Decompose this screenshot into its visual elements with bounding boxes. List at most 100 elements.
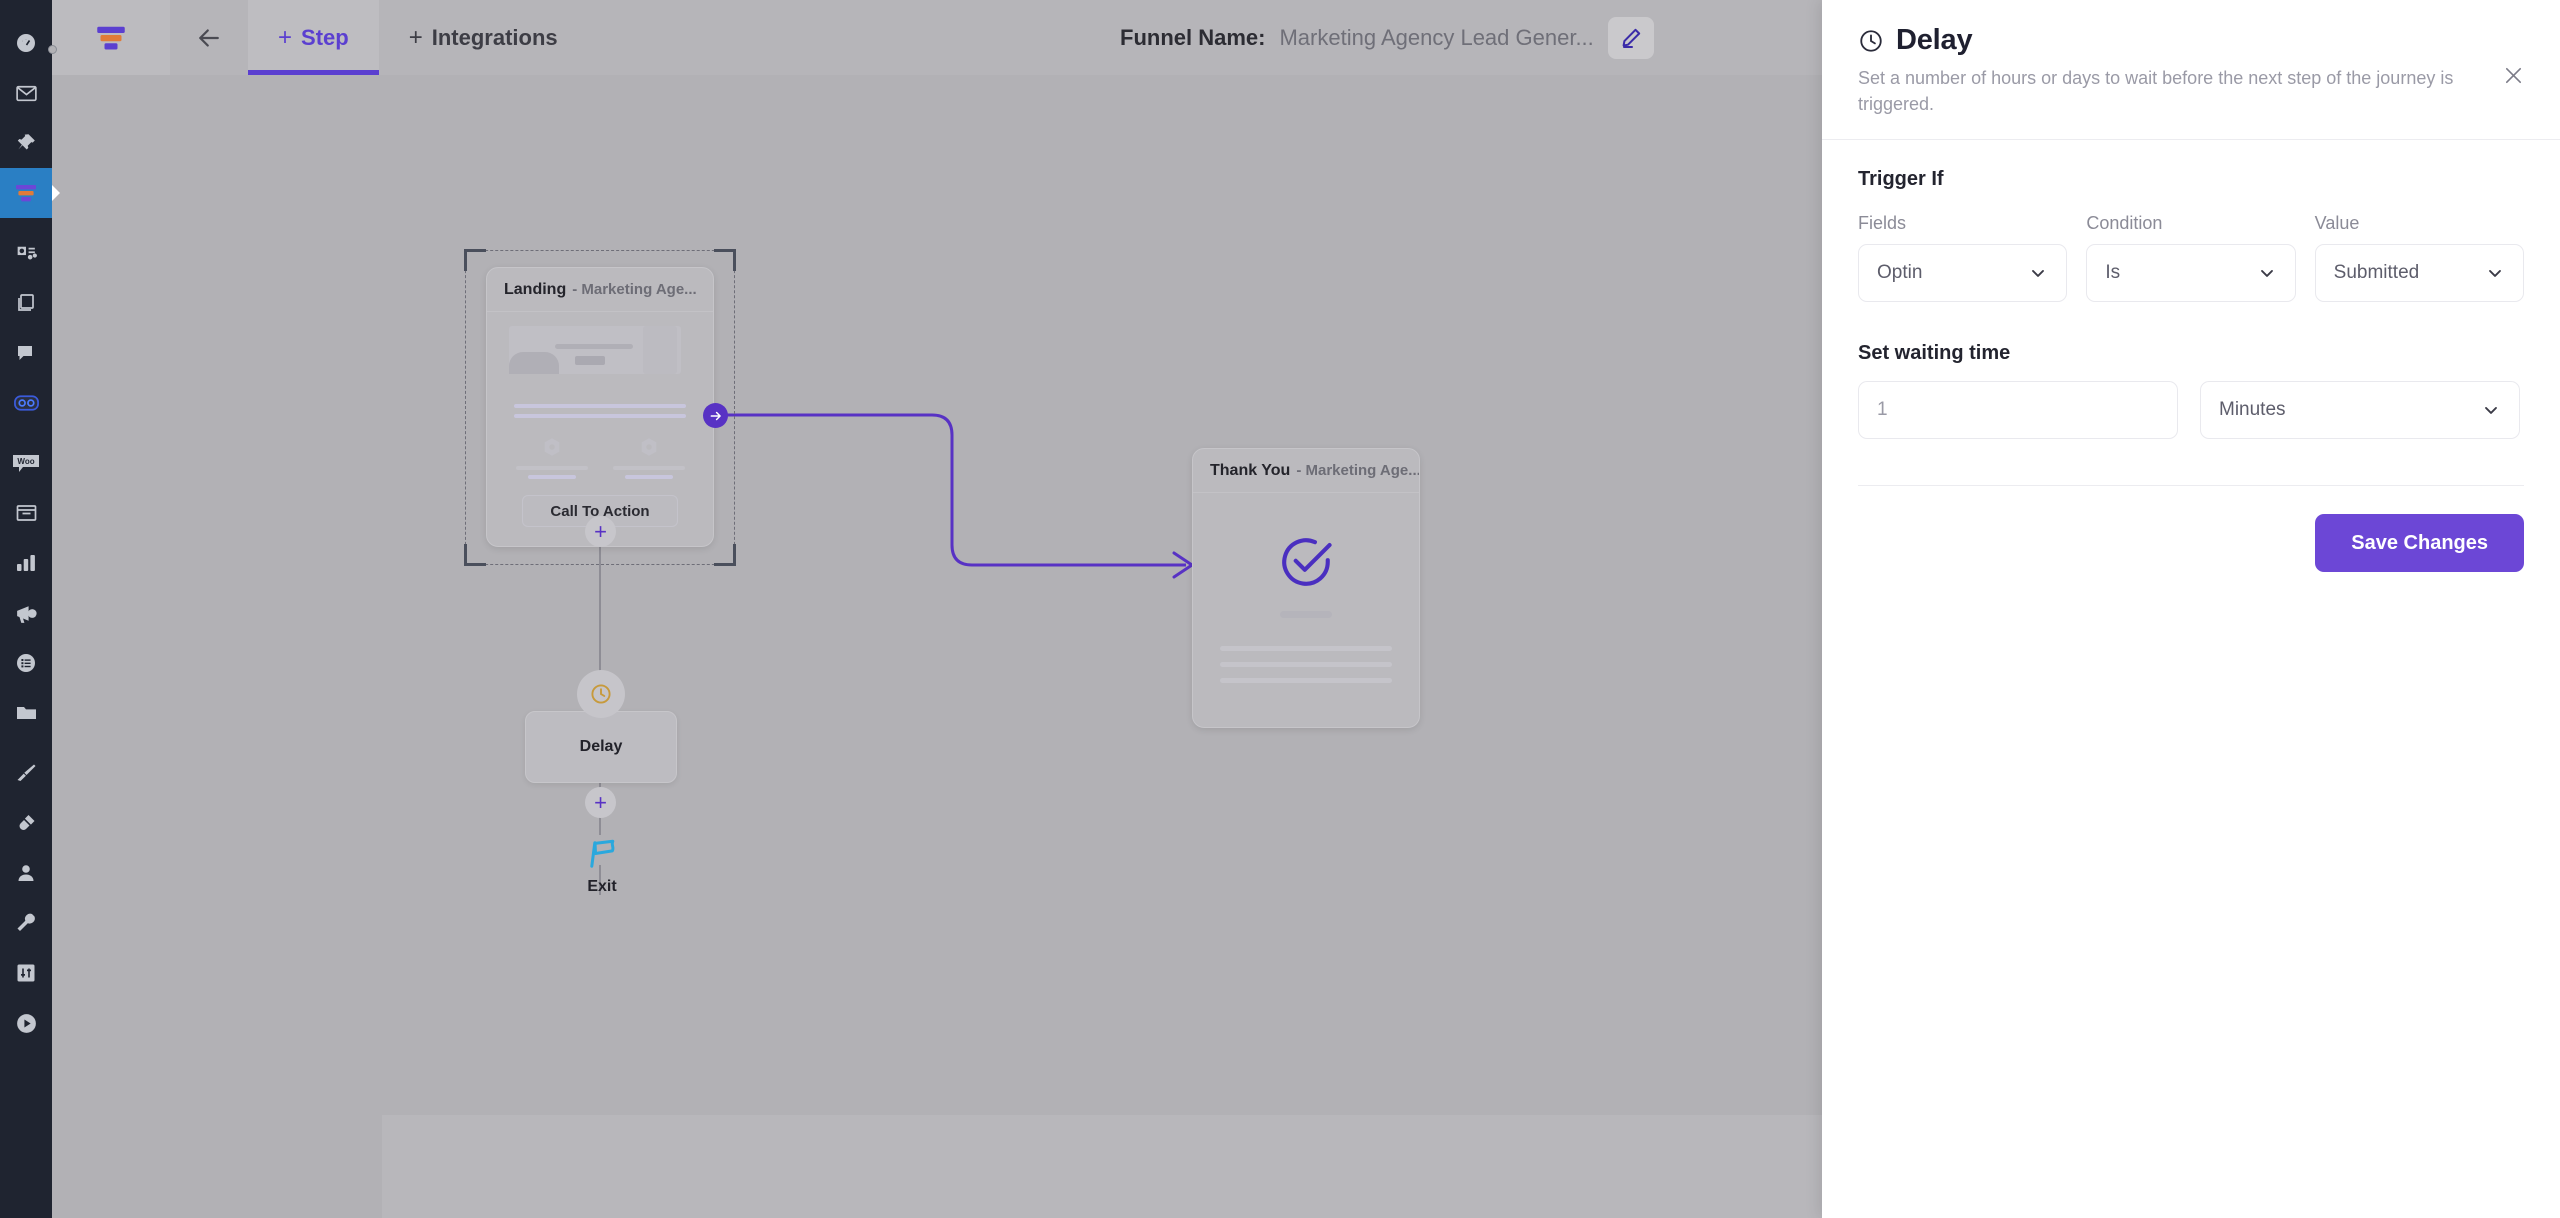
chevron-down-icon xyxy=(2028,263,2048,283)
app-logo[interactable] xyxy=(52,0,170,75)
panel-header: Delay Set a number of hours or days to w… xyxy=(1822,0,2560,141)
sidebar-item-library[interactable] xyxy=(0,688,52,738)
svg-text:Woo: Woo xyxy=(17,457,34,466)
fields-select[interactable]: Optin xyxy=(1858,244,2068,303)
clock-icon xyxy=(1860,29,1882,52)
sidebar-item-archive[interactable] xyxy=(0,488,52,538)
panel-title-row: Delay xyxy=(1858,24,2524,57)
folder-icon xyxy=(16,707,36,719)
chevron-down-icon xyxy=(2257,263,2277,283)
plus-icon: + xyxy=(408,23,423,51)
sidebar-item-dashboard[interactable] xyxy=(0,18,52,68)
archive-icon xyxy=(16,505,36,521)
landing-node-preview: Call To Action xyxy=(487,312,713,541)
field-group-fields: Fields Optin xyxy=(1858,213,2068,303)
exit-node[interactable]: Exit xyxy=(552,835,652,896)
landing-node-header: Landing - Marketing Age... xyxy=(487,268,713,312)
panel-actions: Save Changes xyxy=(1858,514,2524,573)
condition-select[interactable]: Is xyxy=(2086,244,2296,303)
sidebar-item-elementor[interactable] xyxy=(0,378,52,428)
comments-icon xyxy=(18,346,32,360)
woo-icon: Woo xyxy=(13,455,39,472)
sidebar-item-mail[interactable] xyxy=(0,68,52,118)
panel-description: Set a number of hours or days to wait be… xyxy=(1858,68,2454,115)
landing-node-title: Landing xyxy=(504,280,567,298)
dashboard-icon xyxy=(17,34,35,52)
delay-node-icon-badge xyxy=(577,670,625,718)
close-panel-button[interactable] xyxy=(2496,58,2530,92)
selection-corner-bl xyxy=(464,544,486,566)
waiting-time-row: 1 Minutes xyxy=(1858,381,2524,440)
save-changes-button[interactable]: Save Changes xyxy=(2315,514,2524,573)
wrench-icon xyxy=(17,913,35,931)
play-circle-icon xyxy=(16,1013,36,1033)
waiting-unit-select[interactable]: Minutes xyxy=(2200,381,2520,440)
funnel-icon xyxy=(16,185,36,202)
sidebar-item-forms[interactable] xyxy=(0,638,52,688)
add-step-after-delay-button[interactable]: + xyxy=(585,787,616,818)
pages-icon xyxy=(18,294,34,311)
delay-node[interactable]: Delay xyxy=(525,711,677,783)
funnel-logo-icon xyxy=(97,26,125,49)
waiting-amount-placeholder: 1 xyxy=(1877,399,1888,421)
mail-icon xyxy=(15,85,37,101)
sidebar-collapse-handle[interactable] xyxy=(48,45,57,54)
close-icon xyxy=(2505,67,2521,83)
tab-integrations[interactable]: + Integrations xyxy=(379,0,588,75)
sidebar-item-funnels[interactable] xyxy=(0,168,52,218)
sidebar-item-media[interactable] xyxy=(0,228,52,278)
add-step-after-landing-button[interactable]: + xyxy=(585,516,616,547)
funnel-name-value: Marketing Agency Lead Gener... xyxy=(1279,24,1594,50)
waiting-amount-input[interactable]: 1 xyxy=(1858,381,2178,440)
plus-icon: + xyxy=(594,518,607,544)
waiting-unit-value: Minutes xyxy=(2219,399,2286,421)
analytics-icon xyxy=(17,555,35,571)
landing-node[interactable]: Landing - Marketing Age... Call To Actio… xyxy=(486,267,714,547)
sidebar-item-settings[interactable] xyxy=(0,948,52,998)
value-select[interactable]: Submitted xyxy=(2314,244,2524,303)
sidebar-item-pages[interactable] xyxy=(0,278,52,328)
field-group-value: Value Submitted xyxy=(2314,213,2524,303)
list-circle-icon xyxy=(17,654,35,672)
edit-funnel-name-button[interactable] xyxy=(1607,16,1654,59)
selection-corner-br xyxy=(714,544,736,566)
tab-step[interactable]: + Step xyxy=(248,0,379,75)
pencil-icon xyxy=(1622,28,1640,48)
tab-integrations-label: Integrations xyxy=(431,24,558,50)
landing-output-connector[interactable] xyxy=(703,403,728,428)
funnel-name-area: Funnel Name: Marketing Agency Lead Gener… xyxy=(1120,0,1654,75)
sidebar-item-analytics[interactable] xyxy=(0,538,52,588)
funnel-canvas[interactable]: Landing - Marketing Age... Call To Actio… xyxy=(52,75,1822,1218)
trigger-section-title: Trigger If xyxy=(1858,168,1944,191)
sidebar-item-plugins[interactable] xyxy=(0,798,52,848)
user-icon xyxy=(18,865,34,881)
back-button[interactable] xyxy=(170,0,248,75)
sidebar-item-pinned[interactable] xyxy=(0,118,52,168)
chevron-down-icon xyxy=(2481,400,2501,420)
thankyou-node[interactable]: Thank You - Marketing Age... xyxy=(1192,448,1420,728)
sidebar-item-appearance[interactable] xyxy=(0,748,52,798)
tab-step-label: Step xyxy=(301,24,349,50)
plug-icon xyxy=(16,815,34,832)
delay-settings-panel: Delay Set a number of hours or days to w… xyxy=(1822,0,2560,1218)
plus-icon: + xyxy=(594,789,607,815)
arrow-right-circle-icon xyxy=(710,411,721,420)
funnel-builder-topbar: + Step + Integrations Funnel Name: Marke… xyxy=(52,0,1822,75)
sidebar-item-woocommerce[interactable]: Woo xyxy=(0,438,52,488)
sidebar-item-player[interactable] xyxy=(0,998,52,1048)
sidebar-item-users[interactable] xyxy=(0,848,52,898)
panel-divider xyxy=(1858,485,2524,487)
check-circle-icon xyxy=(1282,538,1332,586)
field-group-condition: Condition Is xyxy=(2086,213,2296,303)
connector-layer xyxy=(599,413,1194,895)
value-select-value: Submitted xyxy=(2333,262,2420,284)
edge-landing-to-thankyou xyxy=(715,413,1186,567)
chevron-down-icon xyxy=(2485,263,2505,283)
sidebar-item-marketing[interactable] xyxy=(0,588,52,638)
panel-body: Trigger If Fields Optin Condition Is Val… xyxy=(1822,140,2560,573)
thankyou-node-preview xyxy=(1193,493,1419,697)
sidebar-item-tools[interactable] xyxy=(0,898,52,948)
sidebar-item-comments[interactable] xyxy=(0,328,52,378)
fields-select-value: Optin xyxy=(1877,262,1923,284)
thankyou-node-subtitle: - Marketing Age... xyxy=(1296,462,1419,479)
